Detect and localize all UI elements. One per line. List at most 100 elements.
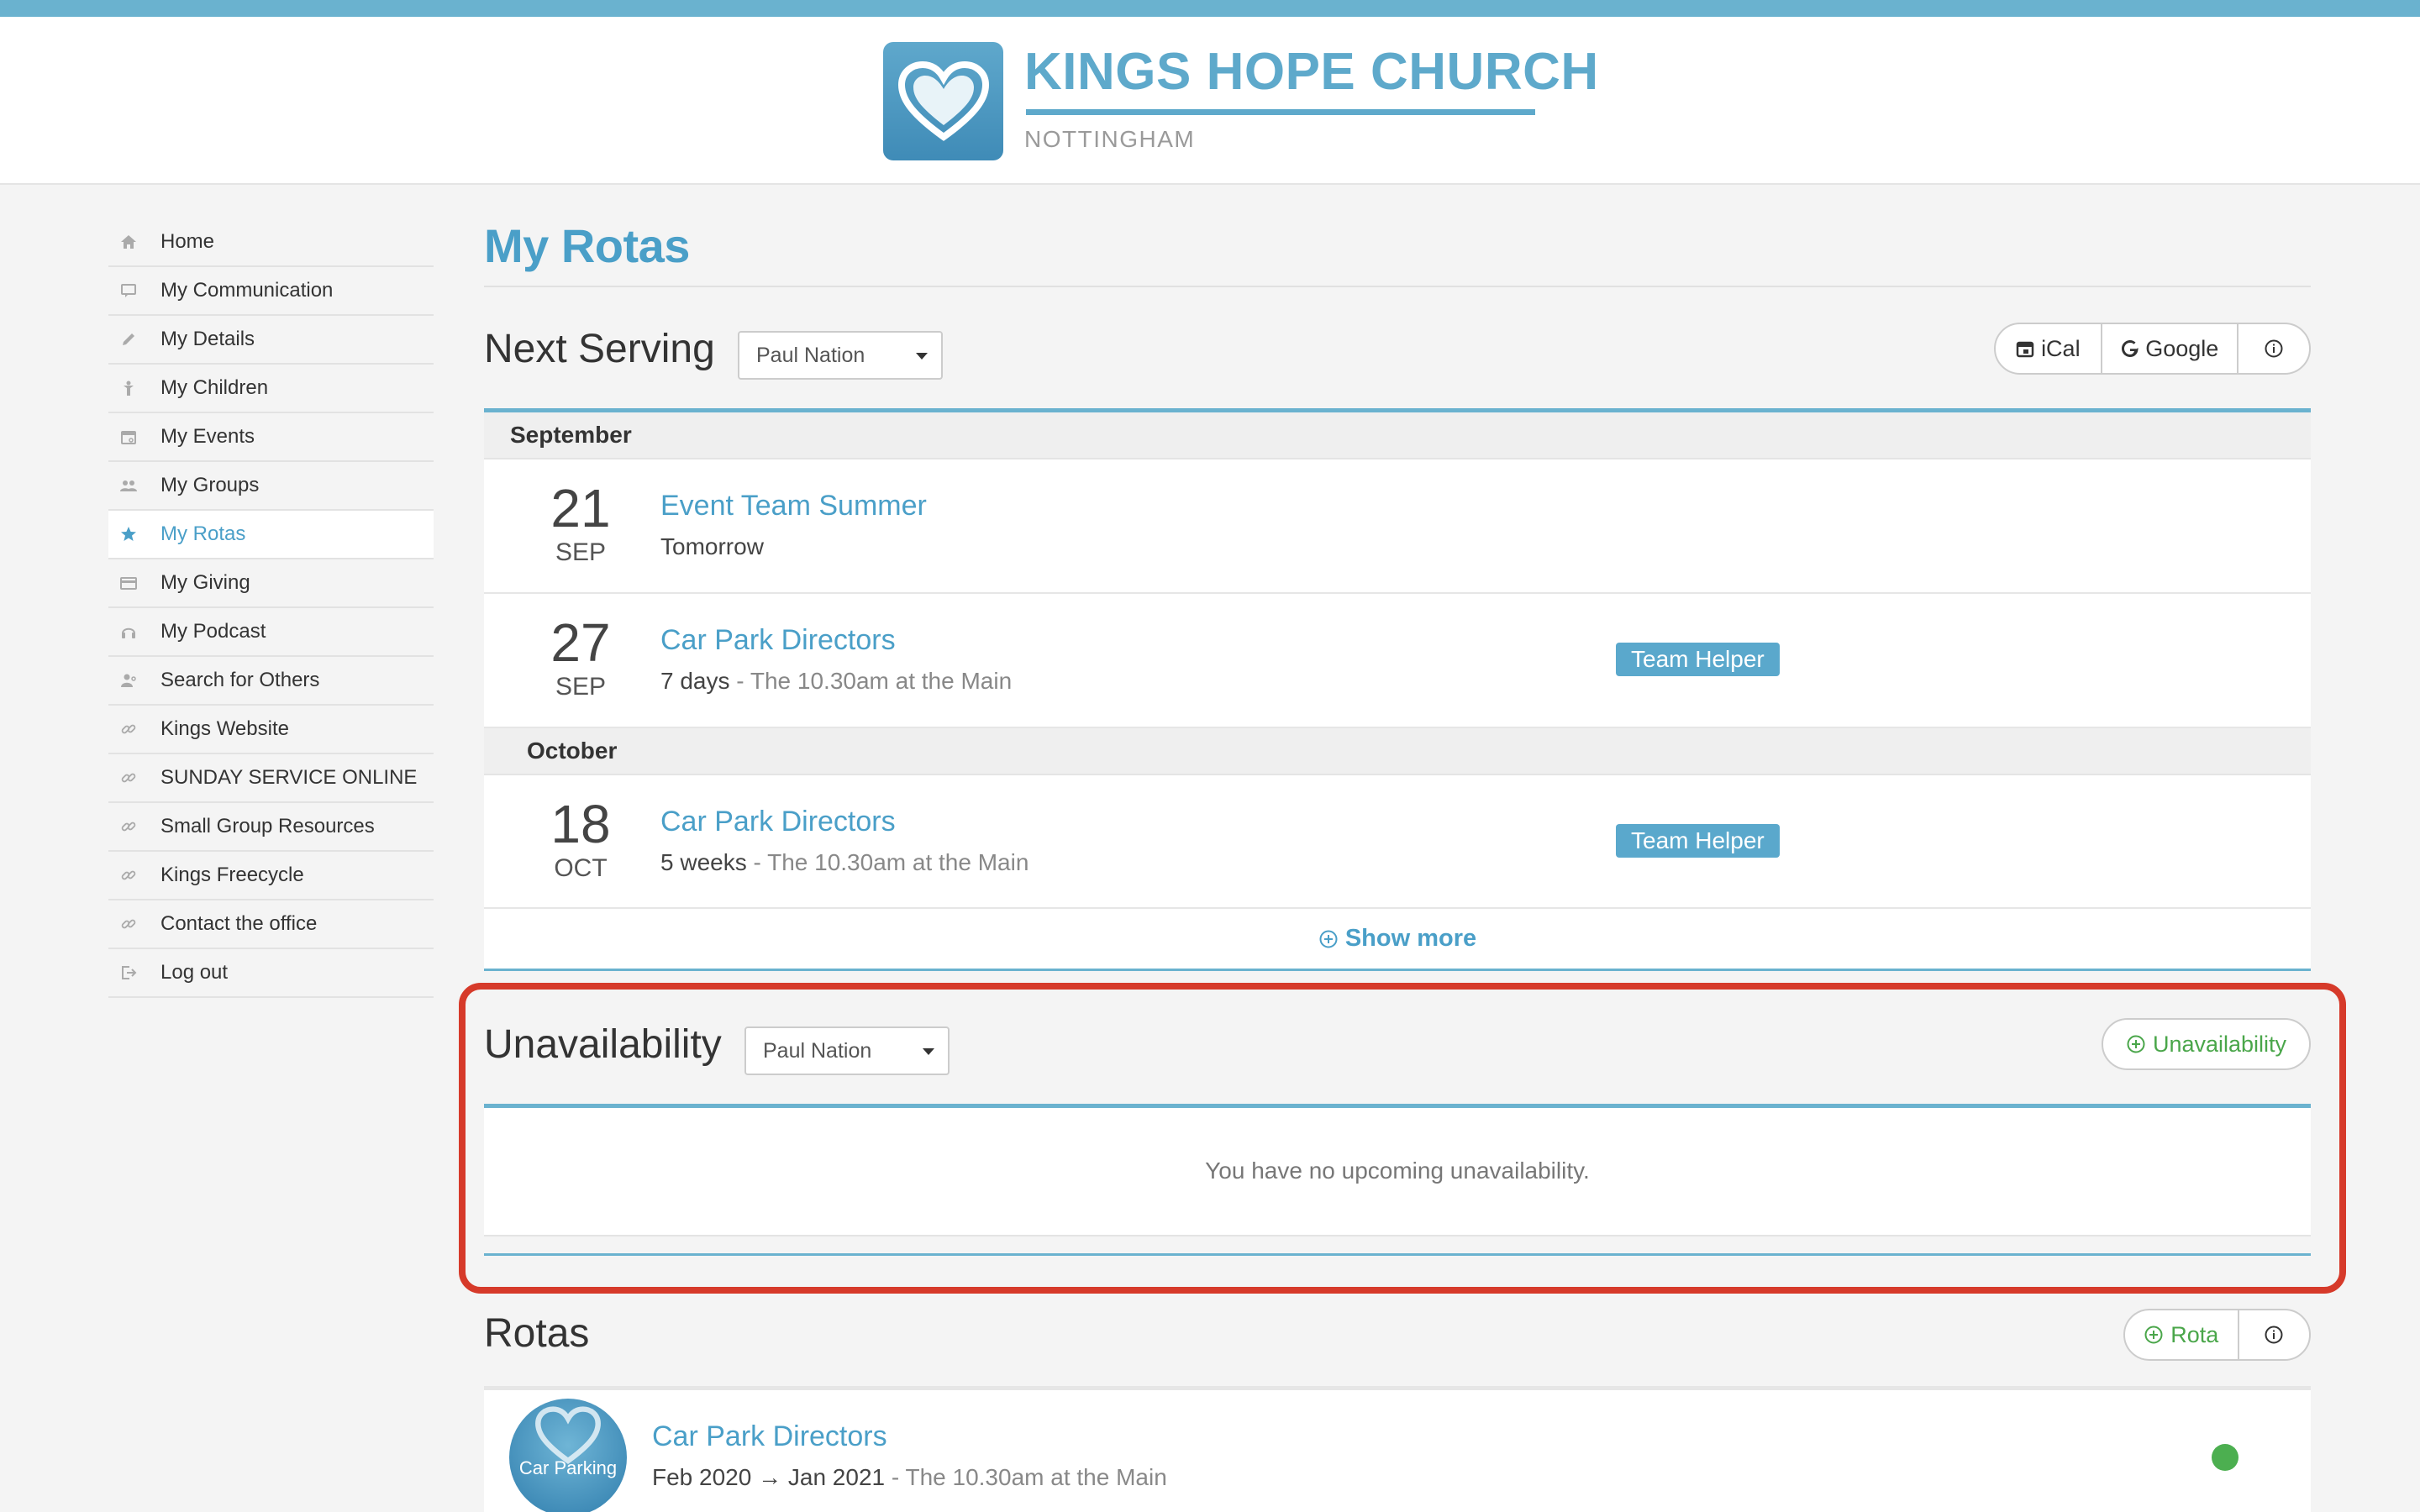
sidebar-item-label: My Communication [160, 279, 334, 302]
sidebar-item-label: SUNDAY SERVICE ONLINE [160, 766, 418, 789]
event-relative-time: 5 weeks [660, 849, 747, 875]
home-icon [120, 234, 137, 250]
rota-status-indicator [2212, 1444, 2238, 1471]
church-name: KINGS HOPE CHURCH [1024, 43, 1599, 101]
calendar-export-group: iCal Google [1994, 323, 2311, 375]
church-logo[interactable] [883, 42, 1003, 160]
star-icon [120, 526, 137, 543]
rotas-actions-group: Rota [2123, 1309, 2311, 1361]
event-month: SEP [555, 538, 607, 566]
caret-down-icon [916, 353, 928, 360]
month-header: September [484, 412, 2311, 459]
link-icon [120, 818, 137, 835]
add-rota-button[interactable]: Rota [2125, 1310, 2239, 1359]
logo-underline [1026, 109, 1535, 115]
sidebar-item-contact-the-office[interactable]: Contact the office [108, 900, 434, 949]
top-accent-bar [0, 0, 2420, 17]
comment-icon [120, 282, 137, 299]
unavailability-highlight-frame [459, 983, 2346, 1294]
event-name-link[interactable]: Event Team Summer [660, 490, 927, 522]
rotas-panel: Car Parking Car Park Directors Feb 2020 … [484, 1386, 2311, 1512]
role-badge: Team Helper [1616, 824, 1780, 858]
calendar-icon [120, 428, 137, 445]
google-button[interactable]: Google [2102, 324, 2238, 373]
show-more-label: Show more [1344, 925, 1477, 952]
google-label: Google [2145, 335, 2219, 361]
serving-event-row[interactable]: 18 OCT Car Park Directors 5 weeks - The … [484, 775, 2311, 909]
event-when: 7 days - The 10.30am at the Main [660, 668, 1012, 695]
plus-circle-icon [2144, 1326, 2163, 1344]
google-icon [2122, 340, 2139, 357]
sidebar-item-my-children[interactable]: My Children [108, 365, 434, 413]
sidebar-item-label: Log out [160, 961, 229, 984]
event-name-link[interactable]: Car Park Directors [660, 624, 896, 657]
rota-avatar-text: Car Parking [518, 1457, 618, 1478]
serving-event-row[interactable]: 21 SEP Event Team Summer Tomorrow [484, 459, 2311, 594]
sidebar-item-label: My Rotas [160, 522, 246, 545]
sidebar-nav: Home My Communication My Details My Childre… [108, 218, 434, 998]
next-serving-title: Next Serving [484, 327, 715, 371]
church-location: NOTTINGHAM [1024, 126, 1196, 152]
rota-row[interactable]: Car Parking Car Park Directors Feb 2020 … [484, 1390, 2311, 1512]
sidebar-item-kings-website[interactable]: Kings Website [108, 706, 434, 754]
sidebar-item-search-for-others[interactable]: Search for Others [108, 657, 434, 706]
next-serving-info-button[interactable] [2238, 324, 2309, 373]
credit-card-icon [120, 575, 137, 591]
sidebar-item-my-rotas[interactable]: My Rotas [108, 511, 434, 559]
sidebar-item-small-group-resources[interactable]: Small Group Resources [108, 803, 434, 852]
info-icon [2265, 1326, 2283, 1344]
sidebar-item-my-events[interactable]: My Events [108, 413, 434, 462]
rota-dates: Feb 2020 → Jan 2021 - The 10.30am at the… [652, 1464, 1167, 1491]
next-serving-person-value: Paul Nation [756, 343, 865, 367]
rotas-title: Rotas [484, 1311, 590, 1356]
ical-button[interactable]: iCal [1996, 324, 2102, 373]
sidebar-item-label: My Groups [160, 474, 260, 496]
link-icon [120, 867, 137, 884]
sidebar-item-my-communication[interactable]: My Communication [108, 267, 434, 316]
pencil-icon [120, 331, 137, 348]
sidebar-item-my-podcast[interactable]: My Podcast [108, 608, 434, 657]
sidebar-item-label: My Events [160, 425, 255, 448]
sidebar-item-my-groups[interactable]: My Groups [108, 462, 434, 511]
event-location: - The 10.30am at the Main [746, 849, 1029, 875]
month-header: October [484, 728, 2311, 775]
sidebar-item-kings-freecycle[interactable]: Kings Freecycle [108, 852, 434, 900]
sidebar-item-label: Kings Website [160, 717, 289, 740]
event-month: OCT [554, 854, 608, 882]
event-day: 18 [550, 794, 611, 854]
sidebar-item-my-giving[interactable]: My Giving [108, 559, 434, 608]
site-header: KINGS HOPE CHURCH NOTTINGHAM [0, 17, 2420, 185]
calendar-icon [2016, 341, 2034, 358]
user-search-icon [120, 672, 137, 689]
sidebar-item-label: My Details [160, 328, 255, 350]
next-serving-person-select[interactable]: Paul Nation [738, 331, 943, 380]
sidebar-item-my-details[interactable]: My Details [108, 316, 434, 365]
rotas-info-button[interactable] [2239, 1310, 2309, 1359]
show-more-button[interactable]: Show more [484, 909, 2311, 971]
title-divider [484, 286, 2311, 287]
sidebar-item-home[interactable]: Home [108, 218, 434, 267]
heart-icon [897, 60, 989, 141]
event-name-link[interactable]: Car Park Directors [660, 806, 896, 838]
link-icon [120, 916, 137, 932]
link-icon [120, 721, 137, 738]
add-rota-label: Rota [2170, 1321, 2219, 1347]
page-title: My Rotas [484, 219, 690, 272]
serving-event-row[interactable]: 27 SEP Car Park Directors 7 days - The 1… [484, 594, 2311, 728]
headphones-icon [120, 623, 137, 640]
role-badge: Team Helper [1616, 643, 1780, 676]
plus-circle-icon [1319, 930, 1338, 948]
rota-name-link[interactable]: Car Park Directors [652, 1420, 887, 1453]
sidebar-item-label: Kings Freecycle [160, 864, 304, 886]
rota-date-range: Feb 2020 → Jan 2021 [652, 1464, 886, 1490]
sidebar-item-sunday-service-online[interactable]: SUNDAY SERVICE ONLINE [108, 754, 434, 803]
sidebar-item-label: Home [160, 230, 215, 253]
event-month: SEP [555, 673, 607, 701]
sidebar-item-label: Search for Others [160, 669, 320, 691]
rota-location: - The 10.30am at the Main [885, 1464, 1167, 1490]
child-icon [120, 380, 137, 396]
info-icon [2265, 339, 2283, 358]
sidebar-item-log-out[interactable]: Log out [108, 949, 434, 998]
users-icon [120, 477, 137, 494]
link-icon [120, 769, 137, 786]
